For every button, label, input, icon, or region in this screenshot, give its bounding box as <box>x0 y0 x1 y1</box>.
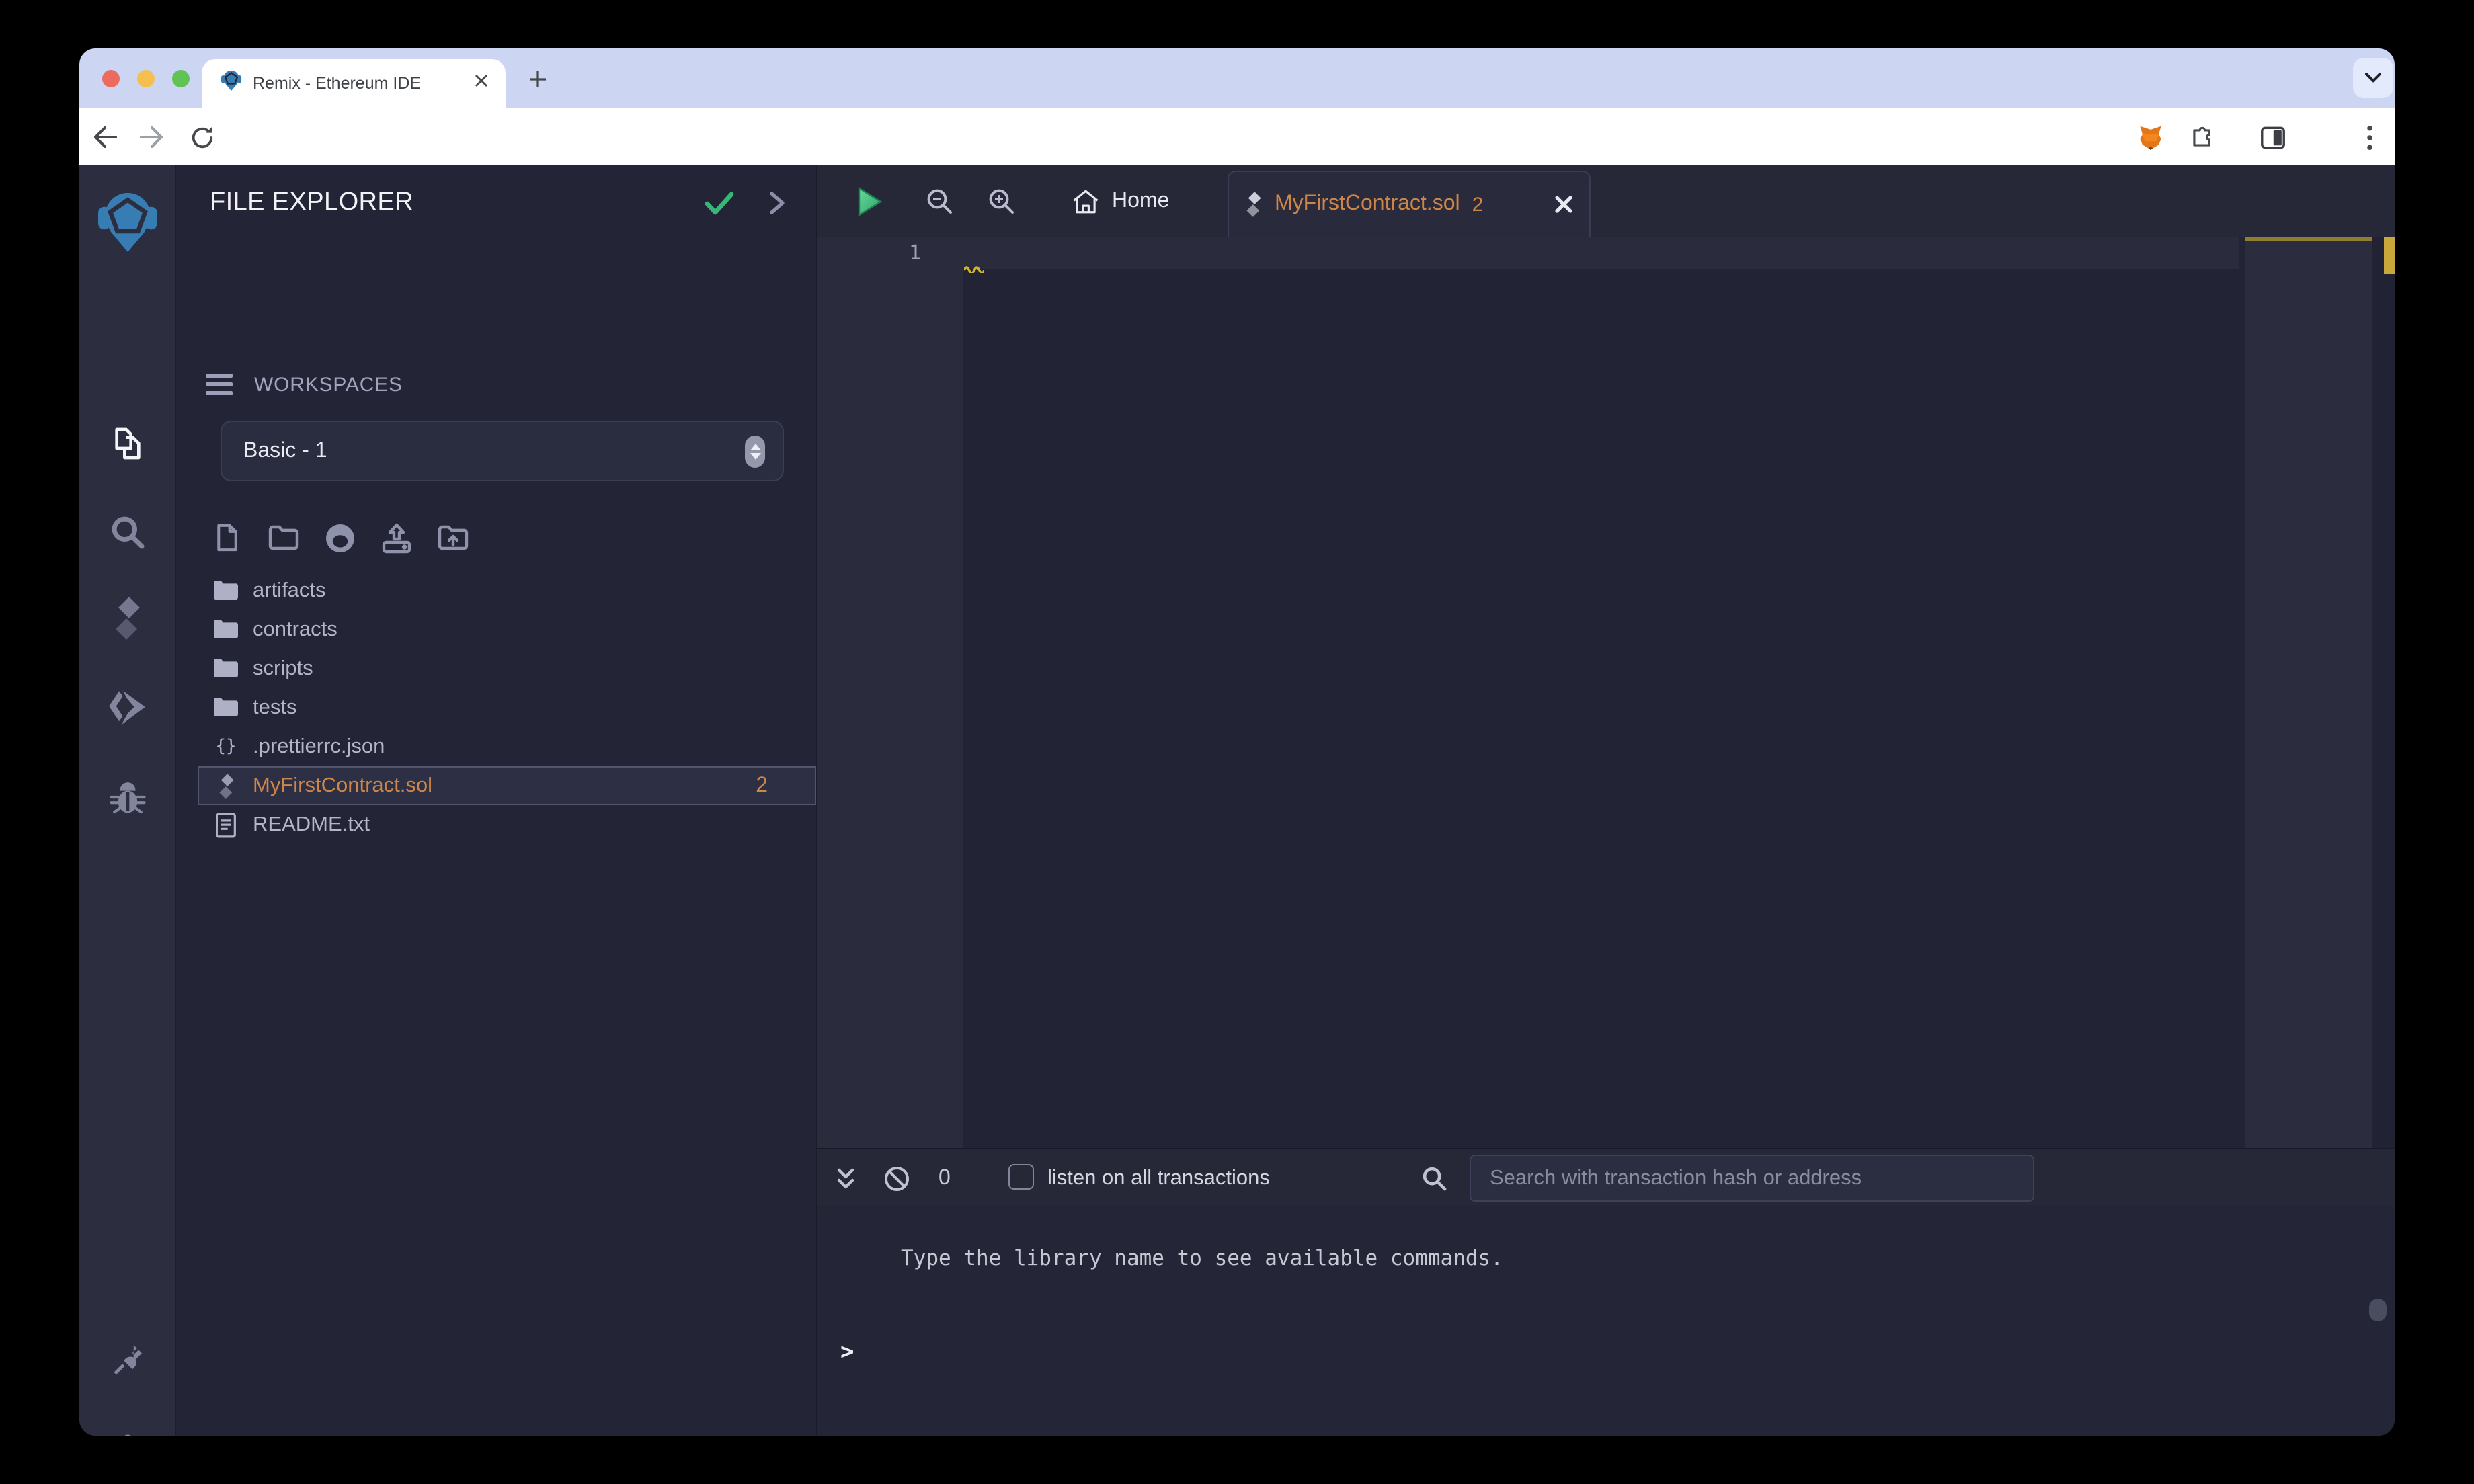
extensions-puzzle-icon[interactable] <box>2185 121 2217 153</box>
warning-squiggle <box>964 266 984 273</box>
tab-close-icon[interactable] <box>1554 195 1573 214</box>
tab-close-icon[interactable] <box>473 71 489 95</box>
file-explorer-panel: FILE EXPLORER WORKSPACES Basic - 1 artif… <box>176 165 817 1436</box>
icon-rail <box>79 165 176 1436</box>
solidity-file-icon <box>212 772 239 799</box>
browser-toolbar: remix.ethereum.org/#lang=en&optimize=fal… <box>79 108 2395 216</box>
back-icon[interactable] <box>89 121 121 153</box>
line-number: 1 <box>908 241 921 265</box>
browser-window: Remix - Ethereum IDE remix.ether <box>79 48 2395 1436</box>
workspaces-menu-icon[interactable] <box>206 374 233 395</box>
side-panel-icon[interactable] <box>2256 121 2288 153</box>
terminal-prompt: > <box>840 1339 854 1366</box>
browser-tab[interactable]: Remix - Ethereum IDE <box>202 59 506 108</box>
workspaces-row: WORKSPACES <box>176 364 816 405</box>
tree-row-prettierrc[interactable]: {} .prettierrc.json <box>176 727 816 766</box>
remix-favicon <box>221 69 242 97</box>
tree-row-scripts[interactable]: scripts <box>176 649 816 688</box>
macos-close-button[interactable] <box>102 70 120 87</box>
zoom-out-icon[interactable] <box>920 165 960 237</box>
transaction-search-input[interactable] <box>1470 1155 2034 1202</box>
overview-warning-mark <box>2384 237 2395 274</box>
tab-home[interactable]: Home <box>1053 165 1188 237</box>
editor-minimap[interactable] <box>2245 237 2372 1148</box>
editor-tabbar: Home MyFirstContract.sol 2 <box>817 165 2395 237</box>
workspace-value: Basic - 1 <box>243 439 327 462</box>
collapse-chevron-icon[interactable] <box>769 191 785 215</box>
folder-icon <box>212 616 239 643</box>
run-script-icon[interactable] <box>850 165 890 237</box>
macos-minimize-button[interactable] <box>137 70 155 87</box>
file-tree: artifacts contracts scripts tests {} .pr… <box>176 571 816 844</box>
remix-app: FILE EXPLORER WORKSPACES Basic - 1 artif… <box>79 165 2395 1436</box>
upload-folder-icon[interactable] <box>437 522 469 554</box>
folder-icon <box>212 694 239 721</box>
terminal-search-icon <box>1416 1149 1451 1207</box>
listen-transactions-label: listen on all transactions <box>1047 1166 1270 1189</box>
text-file-icon <box>212 811 239 838</box>
macos-zoom-button[interactable] <box>172 70 190 87</box>
terminal-message: Type the library name to see available c… <box>901 1246 1503 1270</box>
editor-gutter: 1 <box>817 237 963 1148</box>
terminal-toolbar: 0 listen on all transactions <box>817 1148 2395 1206</box>
github-icon[interactable] <box>324 522 356 554</box>
minimap-warning-mark <box>2245 237 2372 241</box>
expand-terminal-icon[interactable] <box>828 1149 863 1207</box>
current-line-highlight <box>963 237 2239 269</box>
folder-icon <box>212 577 239 604</box>
tab-label: MyFirstContract.sol <box>1275 192 1460 215</box>
tab-search-button[interactable] <box>2353 58 2393 98</box>
sidebar-item-solidity-compiler[interactable] <box>79 585 176 652</box>
editor-scrollbar[interactable] <box>2372 237 2395 1148</box>
new-folder-icon[interactable] <box>268 522 300 554</box>
accept-check-icon[interactable] <box>703 190 735 216</box>
tree-row-tests[interactable]: tests <box>176 688 816 727</box>
terminal-scrollbar-thumb[interactable] <box>2369 1298 2387 1321</box>
editor-code-area[interactable] <box>963 237 2239 1148</box>
tab-problems-badge: 2 <box>1472 193 1484 216</box>
tree-row-readme[interactable]: README.txt <box>176 805 816 844</box>
reload-icon[interactable] <box>186 121 218 153</box>
tab-myfirstcontract[interactable]: MyFirstContract.sol 2 <box>1228 171 1591 237</box>
solidity-file-icon <box>1245 191 1263 218</box>
sidebar-item-deploy-and-run[interactable] <box>79 675 176 742</box>
metamask-icon[interactable] <box>2134 121 2166 153</box>
problems-badge: 2 <box>756 774 768 796</box>
zoom-in-icon[interactable] <box>982 165 1022 237</box>
new-file-icon[interactable] <box>211 522 243 554</box>
terminal-output[interactable]: Type the library name to see available c… <box>817 1206 2395 1436</box>
folder-icon <box>212 655 239 682</box>
clear-console-icon[interactable] <box>879 1149 914 1207</box>
remix-logo[interactable] <box>79 188 176 255</box>
tree-row-myfirstcontract[interactable]: MyFirstContract.sol 2 <box>198 766 816 805</box>
upload-file-icon[interactable] <box>381 522 413 554</box>
sidebar-item-debugger[interactable] <box>79 764 176 831</box>
browser-menu-icon[interactable] <box>2353 121 2385 153</box>
screen: Remix - Ethereum IDE remix.ether <box>0 0 2474 1484</box>
browser-tab-title: Remix - Ethereum IDE <box>253 74 422 93</box>
panel-title: FILE EXPLORER <box>210 188 413 216</box>
new-tab-button[interactable] <box>523 65 553 94</box>
select-spinner-icon <box>745 435 765 467</box>
forward-icon[interactable] <box>136 121 168 153</box>
file-actions-row <box>211 519 469 556</box>
tree-row-contracts[interactable]: contracts <box>176 610 816 649</box>
tab-home-label: Home <box>1112 189 1170 212</box>
sidebar-item-search[interactable] <box>79 499 176 566</box>
browser-tabstrip: Remix - Ethereum IDE <box>79 48 2395 108</box>
panel-header: FILE EXPLORER <box>176 165 816 241</box>
braces-icon: {} <box>215 737 237 757</box>
tree-row-artifacts[interactable]: artifacts <box>176 571 816 610</box>
plugin-manager-icon[interactable] <box>79 1327 176 1394</box>
transaction-count: 0 <box>939 1166 951 1189</box>
workspaces-label: WORKSPACES <box>254 373 403 396</box>
sidebar-item-file-explorer[interactable] <box>79 410 176 477</box>
code-editor[interactable]: 1 <box>817 237 2395 1148</box>
listen-transactions-checkbox[interactable] <box>1008 1164 1034 1190</box>
settings-gear-icon[interactable] <box>79 1417 176 1436</box>
main-area: Home MyFirstContract.sol 2 1 0 listen on… <box>817 165 2395 1436</box>
workspace-select[interactable]: Basic - 1 <box>221 421 784 481</box>
